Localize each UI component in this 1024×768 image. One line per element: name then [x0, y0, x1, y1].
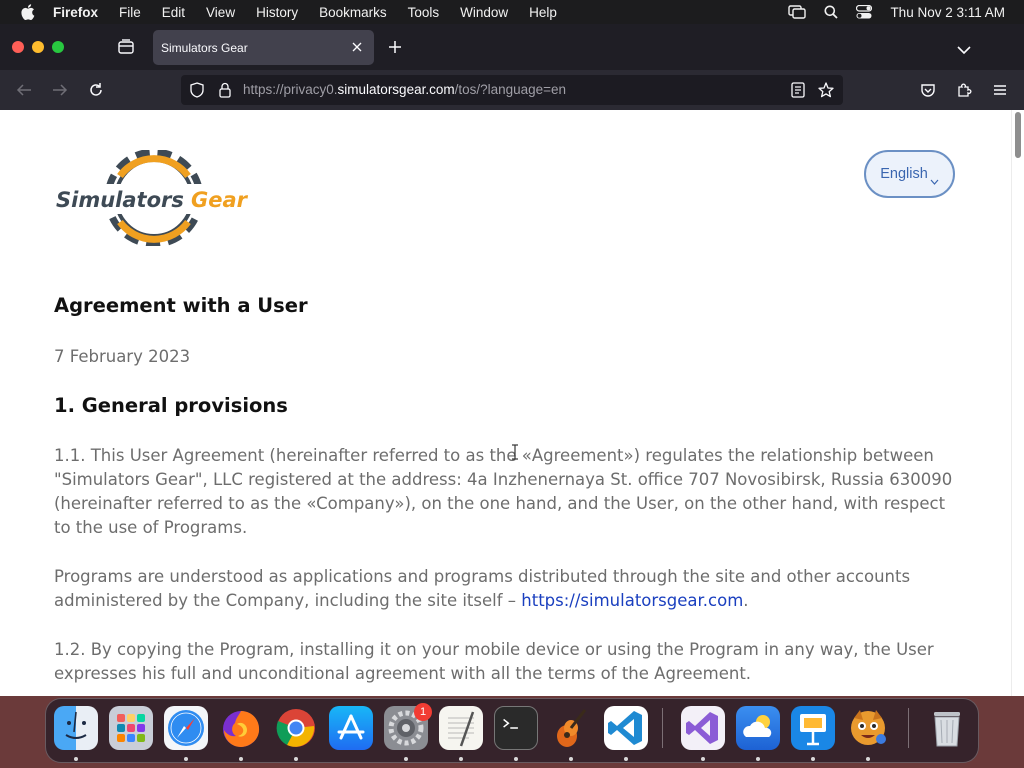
- dock-separator-trash: [908, 708, 909, 748]
- close-window-button[interactable]: [12, 41, 24, 53]
- tab-title: Simulators Gear: [161, 40, 248, 55]
- keynote-running-dot: [811, 757, 815, 761]
- firefox-running-dot: [239, 757, 243, 761]
- simulators-gear-logo[interactable]: Simulators Gear: [54, 148, 256, 248]
- textedit-icon[interactable]: [439, 706, 483, 750]
- bookmark-star-icon[interactable]: [817, 81, 835, 99]
- menu-history[interactable]: History: [256, 5, 298, 20]
- firefox-icon[interactable]: [219, 706, 263, 750]
- close-tab-icon[interactable]: [350, 40, 364, 54]
- menu-help[interactable]: Help: [529, 5, 557, 20]
- macos-menu-bar: Firefox File Edit View History Bookmarks…: [0, 0, 1024, 24]
- finder-icon[interactable]: [54, 706, 98, 750]
- weather-running-dot: [756, 757, 760, 761]
- reader-view-icon[interactable]: [789, 81, 807, 99]
- paragraph-programs: Programs are understood as applications …: [54, 565, 954, 613]
- menu-app-name[interactable]: Firefox: [53, 5, 98, 20]
- menu-file[interactable]: File: [119, 5, 141, 20]
- spotlight-search-icon[interactable]: [824, 5, 839, 19]
- tab-simulators-gear[interactable]: Simulators Gear: [153, 30, 374, 65]
- minimize-window-button[interactable]: [32, 41, 44, 53]
- hamburger-menu-icon[interactable]: [990, 80, 1010, 100]
- language-selector-button[interactable]: English: [864, 150, 955, 198]
- menu-edit[interactable]: Edit: [162, 5, 185, 20]
- launchpad-icon[interactable]: [109, 706, 153, 750]
- url-bar[interactable]: https://privacy0.simulatorsgear.com/tos/…: [181, 75, 843, 105]
- visual-studio-running-dot: [701, 757, 705, 761]
- url-text[interactable]: https://privacy0.simulatorsgear.com/tos/…: [243, 82, 566, 97]
- firefox-view-icon[interactable]: [116, 38, 136, 56]
- menu-tools[interactable]: Tools: [408, 5, 440, 20]
- garageband-running-dot: [569, 757, 573, 761]
- list-all-tabs-chevron-icon[interactable]: [956, 41, 972, 55]
- chrome-icon[interactable]: [274, 706, 318, 750]
- url-path: /tos/?language=en: [454, 82, 567, 97]
- visual-studio-icon[interactable]: [681, 706, 725, 750]
- url-prefix: https://privacy0.: [243, 82, 338, 97]
- paragraph-programs-text: Programs are understood as applications …: [54, 567, 911, 610]
- weather-cloud-icon[interactable]: [736, 706, 780, 750]
- simulatorsgear-link[interactable]: https://simulatorsgear.com: [521, 591, 743, 610]
- section-heading: 1. General provisions: [54, 394, 288, 417]
- app-store-icon[interactable]: [329, 706, 373, 750]
- page-scrollbar-thumb[interactable]: [1015, 112, 1021, 158]
- apple-menu-icon[interactable]: [19, 4, 37, 20]
- page-title: Agreement with a User: [54, 294, 308, 317]
- paragraph-1-2: 1.2. By copying the Program, installing …: [54, 640, 934, 683]
- safari-icon[interactable]: [164, 706, 208, 750]
- chevron-down-icon: [930, 173, 939, 185]
- url-host: simulatorsgear.com: [337, 82, 455, 97]
- menu-bar-clock[interactable]: Thu Nov 2 3:11 AM: [890, 5, 1005, 20]
- control-center-icon[interactable]: [856, 5, 873, 19]
- new-tab-plus-icon[interactable]: [387, 39, 403, 55]
- paragraph-programs-end: .: [743, 591, 749, 610]
- back-arrow-icon[interactable]: [14, 80, 34, 100]
- dock-separator: [662, 708, 663, 748]
- textedit-running-dot: [459, 757, 463, 761]
- svg-text:Gear: Gear: [191, 188, 249, 212]
- agreement-date: 7 February 2023: [54, 347, 191, 366]
- extensions-puzzle-icon[interactable]: [954, 80, 974, 100]
- terminal-icon[interactable]: [494, 706, 538, 750]
- terminal-running-dot: [514, 757, 518, 761]
- game-running-dot: [866, 757, 870, 761]
- reload-icon[interactable]: [86, 80, 106, 100]
- tracking-protection-shield-icon[interactable]: [188, 81, 206, 99]
- menu-window[interactable]: Window: [460, 5, 508, 20]
- menu-view[interactable]: View: [206, 5, 235, 20]
- page-scrollbar-track[interactable]: [1011, 110, 1024, 696]
- vscode-icon[interactable]: [604, 706, 648, 750]
- paragraph-1-1: 1.1. This User Agreement (hereinafter re…: [54, 446, 953, 537]
- vscode-running-dot: [624, 757, 628, 761]
- zoom-window-button[interactable]: [52, 41, 64, 53]
- game-character-icon[interactable]: [846, 706, 890, 750]
- menu-bookmarks[interactable]: Bookmarks: [319, 5, 387, 20]
- system-settings-running-dot: [404, 757, 408, 761]
- svg-text:Simulators: Simulators: [56, 188, 184, 212]
- garageband-icon[interactable]: [549, 706, 593, 750]
- text-cursor-icon: [510, 443, 520, 461]
- trash-icon[interactable]: [925, 706, 969, 750]
- keynote-icon[interactable]: [791, 706, 835, 750]
- finder-running-dot: [74, 757, 78, 761]
- chrome-running-dot: [294, 757, 298, 761]
- lock-icon[interactable]: [216, 81, 234, 99]
- language-label: English: [880, 166, 928, 182]
- pocket-icon[interactable]: [918, 80, 938, 100]
- system-settings-badge: 1: [414, 703, 432, 721]
- forward-arrow-icon[interactable]: [50, 80, 70, 100]
- safari-running-dot: [184, 757, 188, 761]
- screen-mirroring-icon[interactable]: [788, 5, 807, 19]
